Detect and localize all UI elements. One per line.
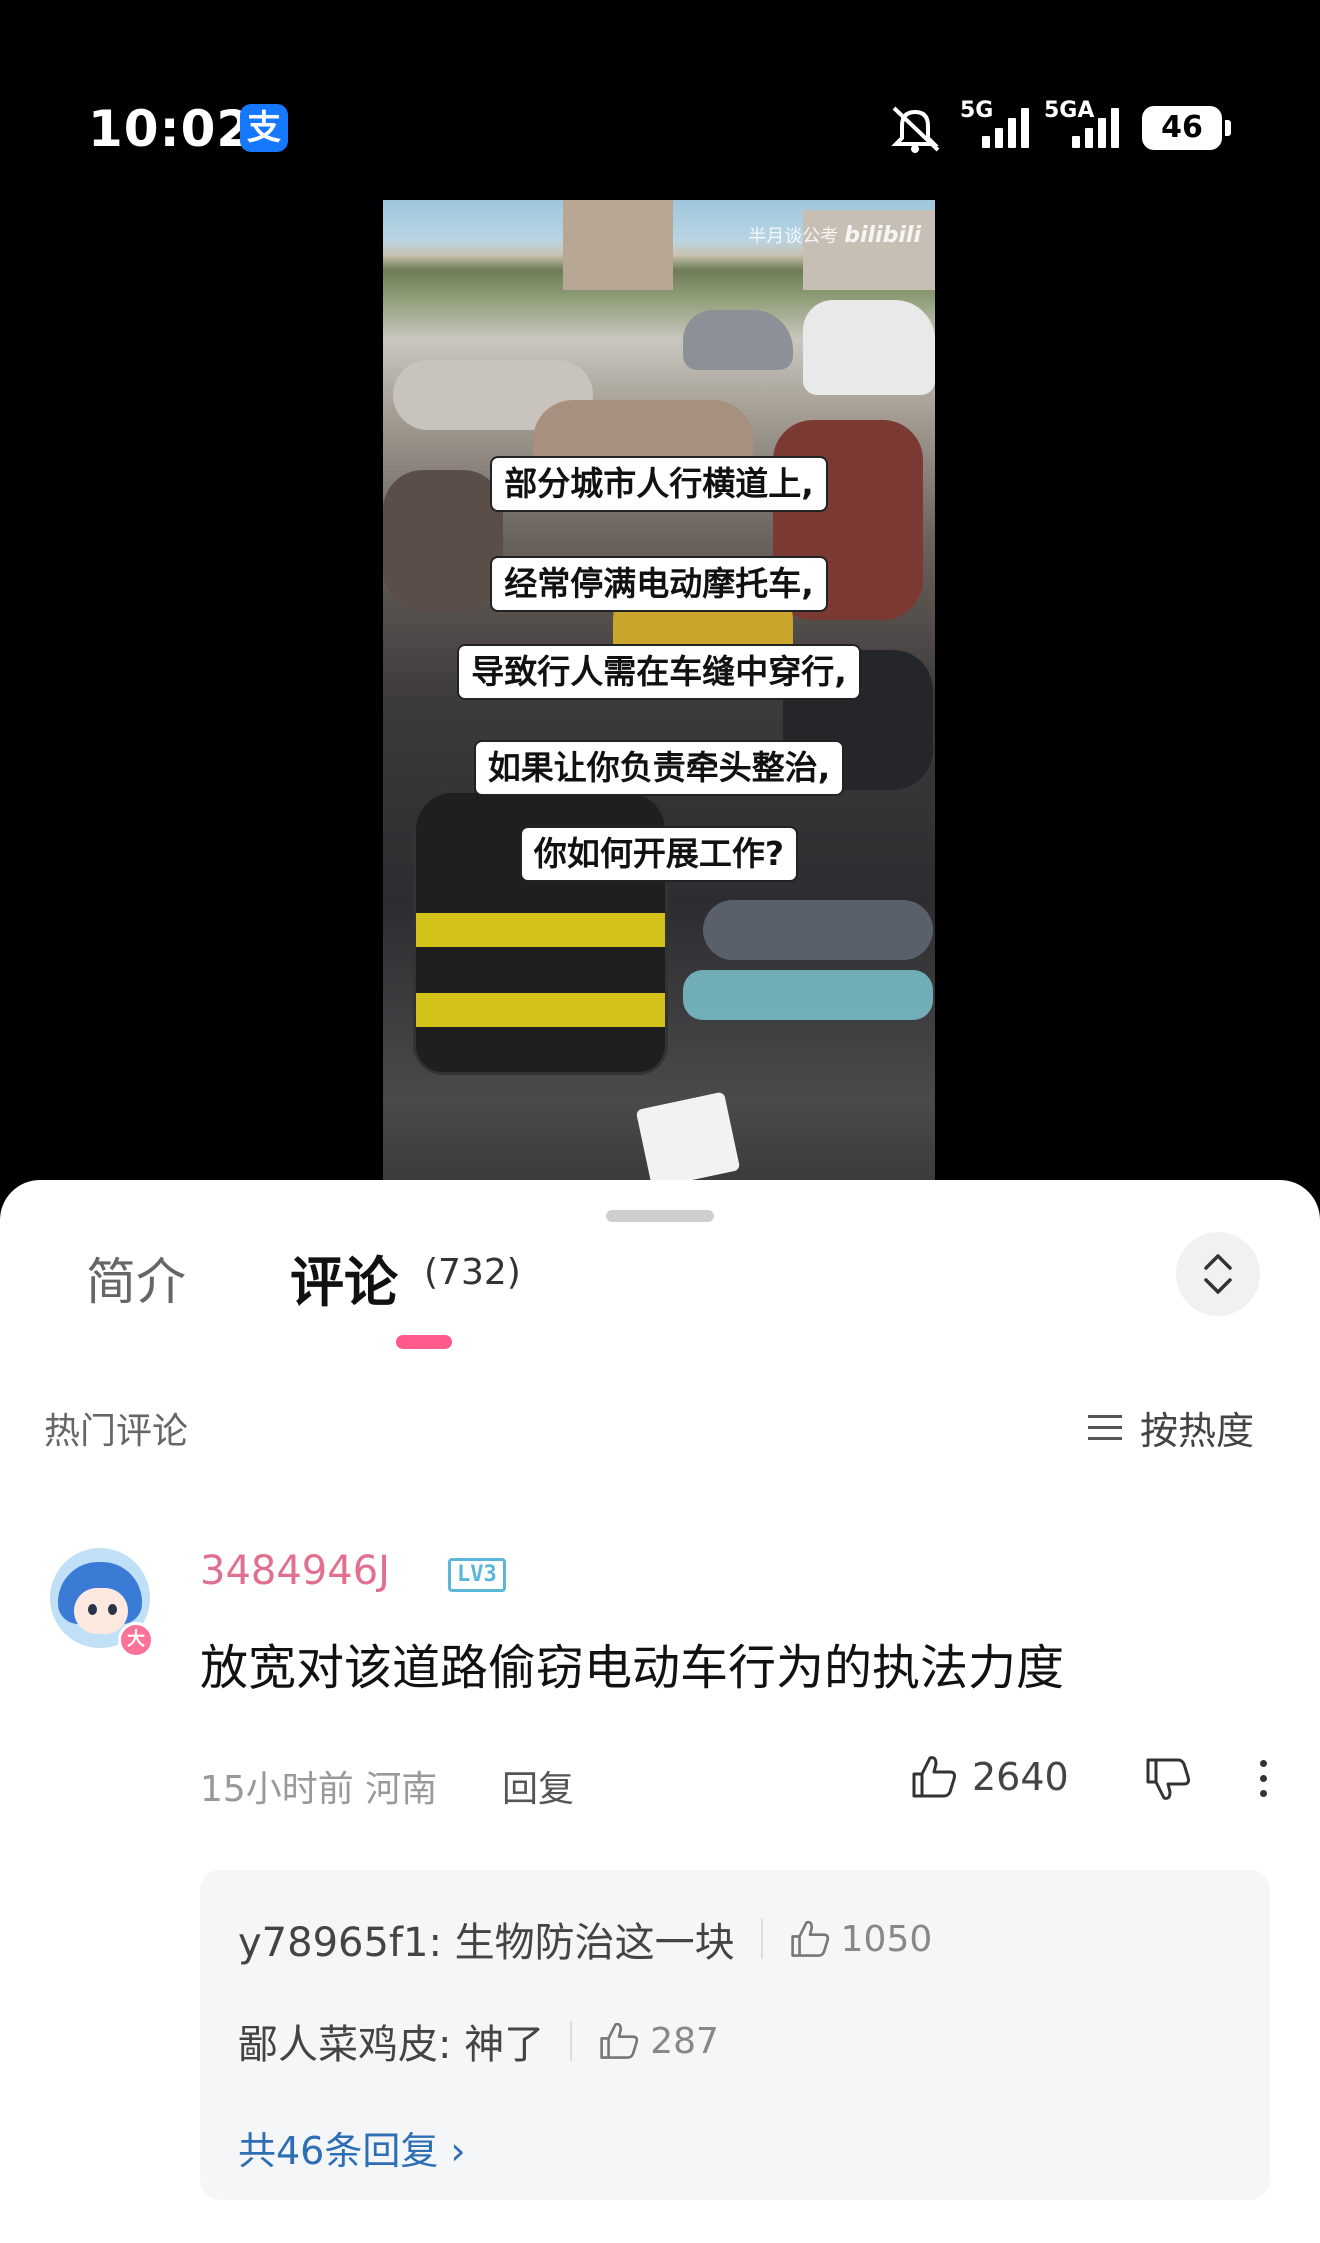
scooter-body <box>683 970 933 1020</box>
comment-text: 放宽对该道路偷窃电动车行为的执法力度 <box>200 1640 1065 1696</box>
tab-intro[interactable]: 简介 <box>86 1242 186 1314</box>
comments-count: (732) <box>424 1252 521 1293</box>
reply-like-count: 1050 <box>840 1918 933 1960</box>
scooter-seat <box>703 900 933 960</box>
like-count: 2640 <box>972 1755 1069 1799</box>
battery-icon: 46 <box>1142 106 1231 150</box>
tab-comments[interactable]: 评论 <box>290 1238 398 1317</box>
background-building <box>563 200 673 290</box>
reply-like-count: 287 <box>650 2020 719 2062</box>
avatar-badge: 大 <box>118 1622 154 1658</box>
chevron-up-down-icon <box>1204 1254 1232 1294</box>
more-options-icon[interactable] <box>1260 1760 1270 1805</box>
view-all-replies-link[interactable]: 共46条回复 › <box>238 2120 466 2175</box>
video-caption-line: 经常停满电动摩托车, <box>383 556 935 612</box>
status-time: 10:02 <box>88 100 253 158</box>
alipay-icon: 支 <box>240 104 288 152</box>
thumbs-up-icon <box>912 1756 956 1798</box>
expand-collapse-button[interactable] <box>1176 1232 1260 1316</box>
reply-like-button[interactable]: 287 <box>598 2021 719 2062</box>
replies-box: y78965f1: 生物防治这一块 1050 鄙人菜鸡皮: 神了 287 共46… <box>200 1870 1270 2200</box>
sort-menu-icon <box>1088 1414 1122 1441</box>
hot-comments-label: 热门评论 <box>44 1411 189 1452</box>
license-plate <box>635 1091 741 1185</box>
video-caption-line: 如果让你负责牵头整治, <box>383 740 935 796</box>
reply-item[interactable]: y78965f1: 生物防治这一块 1050 <box>238 1910 932 1968</box>
comment-username[interactable]: 3484946J <box>200 1548 390 1594</box>
video-player[interactable]: 半月谈公考 bilibili 部分城市人行横道上, 经常停满电动摩托车, 导致行人… <box>383 200 935 1185</box>
comments-sheet: 简介 评论 (732) 热门评论 按热度 大 3484946J LV3 放宽对该… <box>0 1180 1320 2243</box>
sort-button[interactable]: 按热度 <box>1088 1400 1254 1455</box>
thumbs-up-icon <box>600 2022 639 2059</box>
video-caption-line: 部分城市人行横道上, <box>383 456 935 512</box>
reply-like-button[interactable]: 1050 <box>789 1918 933 1960</box>
mute-bell-icon <box>891 106 940 153</box>
video-caption-line: 导致行人需在车缝中穿行, <box>383 644 935 700</box>
user-level-badge: LV3 <box>448 1558 506 1592</box>
sort-label: 按热度 <box>1140 1409 1255 1453</box>
active-tab-indicator <box>396 1335 452 1349</box>
signal-bars-icon <box>982 108 1029 148</box>
status-bar: 10:02 支 5G 5GA 46 <box>0 0 1320 200</box>
parked-car <box>683 310 793 370</box>
reply-button[interactable]: 回复 <box>502 1760 574 1812</box>
reply-item[interactable]: 鄙人菜鸡皮: 神了 287 <box>238 2012 719 2070</box>
watermark-text: 半月谈公考 <box>748 226 839 247</box>
bilibili-logo: bilibili <box>844 223 921 248</box>
reply-text: y78965f1: 生物防治这一块 <box>238 1920 735 1966</box>
reply-text: 鄙人菜鸡皮: 神了 <box>238 2022 545 2068</box>
thumbs-down-icon[interactable] <box>1144 1756 1192 1802</box>
video-watermark: 半月谈公考 bilibili <box>748 222 921 248</box>
like-button[interactable]: 2640 <box>910 1754 1069 1800</box>
video-caption-line: 你如何开展工作? <box>383 826 935 882</box>
parked-car <box>803 300 935 395</box>
signal-bars-icon <box>1072 108 1119 148</box>
comment-meta: 15小时前 河南 <box>200 1769 438 1810</box>
sheet-drag-handle[interactable] <box>606 1210 714 1222</box>
thumbs-up-icon <box>790 1920 829 1957</box>
